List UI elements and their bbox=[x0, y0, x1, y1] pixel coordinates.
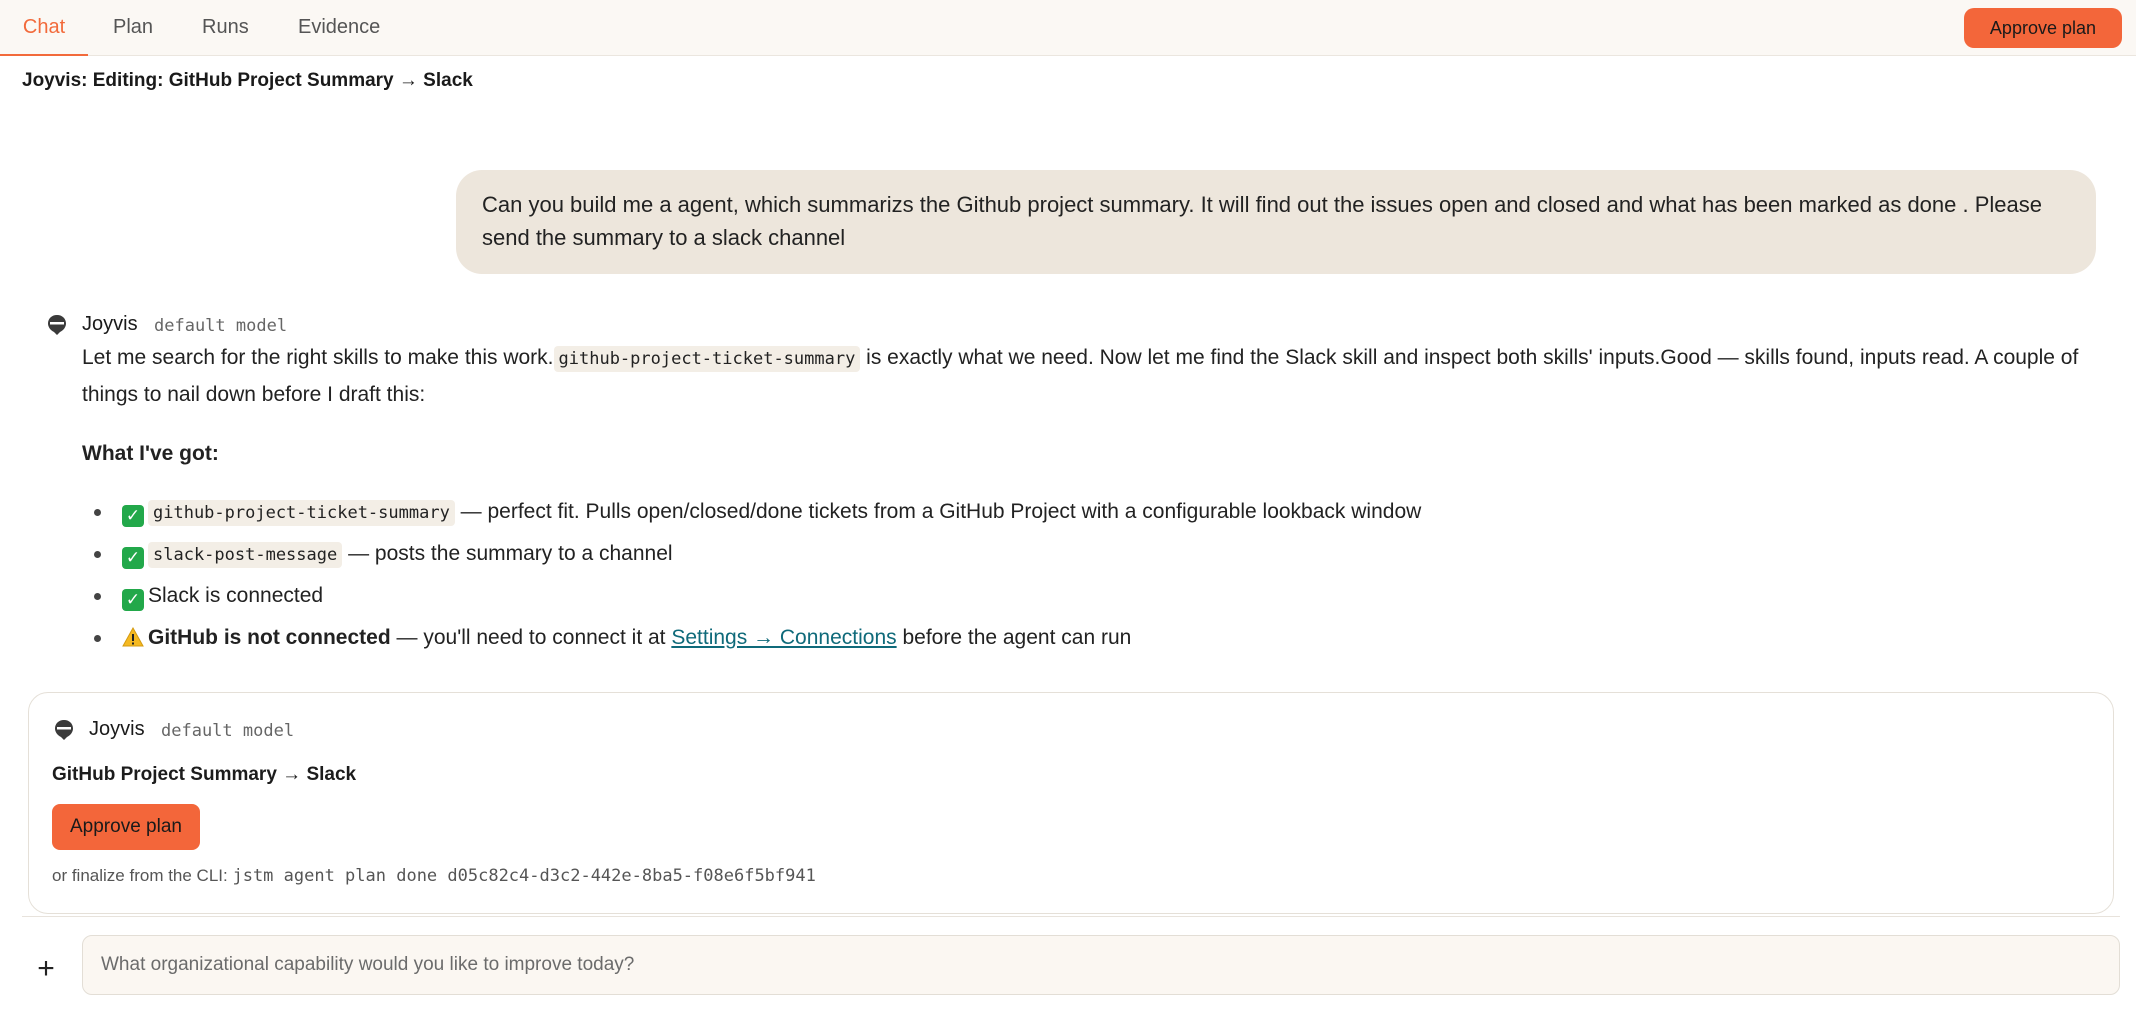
reply-heading: What I've got: bbox=[82, 442, 219, 465]
check-icon: ✓ bbox=[122, 505, 144, 527]
user-message-bubble: Can you build me a agent, which summariz… bbox=[456, 170, 2096, 274]
list-item: ✓ slack-post-message — posts the summary … bbox=[82, 533, 2092, 575]
skill-code: slack-post-message bbox=[148, 542, 343, 568]
tab-chat[interactable]: Chat bbox=[0, 0, 88, 56]
approve-plan-card-button[interactable]: Approve plan bbox=[52, 804, 200, 850]
reply-bullet-list: ✓ github-project-ticket-summary — perfect… bbox=[82, 491, 2092, 659]
tab-runs[interactable]: Runs bbox=[202, 0, 249, 56]
agent-name: Joyvis bbox=[82, 313, 138, 335]
model-tag: default model bbox=[161, 721, 295, 741]
warning-icon bbox=[122, 627, 144, 647]
agent-name: Joyvis bbox=[89, 718, 145, 740]
check-icon: ✓ bbox=[122, 589, 144, 611]
tab-plan[interactable]: Plan bbox=[113, 0, 153, 56]
divider bbox=[22, 916, 2120, 917]
check-icon: ✓ bbox=[122, 547, 144, 569]
top-nav: Chat Plan Runs Evidence Approve plan bbox=[0, 0, 2136, 56]
reply-intro: Let me search for the right skills to ma… bbox=[82, 346, 2079, 406]
model-tag: default model bbox=[154, 316, 288, 336]
tab-evidence[interactable]: Evidence bbox=[298, 0, 380, 56]
skill-code: github-project-ticket-summary bbox=[553, 346, 861, 372]
add-attachment-button[interactable]: + bbox=[30, 954, 62, 986]
approve-plan-button[interactable]: Approve plan bbox=[1963, 8, 2122, 48]
list-item: ✓ Slack is connected bbox=[82, 575, 2092, 617]
page-title: Joyvis: Editing: GitHub Project Summary … bbox=[22, 70, 473, 91]
agent-reply: Let me search for the right skills to ma… bbox=[82, 340, 2092, 659]
skill-code: github-project-ticket-summary bbox=[148, 500, 455, 526]
settings-connections-link[interactable]: Settings → Connections bbox=[671, 626, 896, 649]
joyvis-avatar-icon bbox=[55, 720, 73, 740]
cli-command: jstm agent plan done d05c82c4-d3c2-442e-… bbox=[232, 866, 816, 886]
cli-hint: or finalize from the CLI: jstm agent pla… bbox=[52, 866, 816, 886]
plan-title: GitHub Project Summary → Slack bbox=[52, 764, 357, 785]
joyvis-avatar-icon bbox=[48, 315, 66, 335]
chat-input[interactable] bbox=[82, 935, 2120, 995]
list-item: GitHub is not connected — you'll need to… bbox=[82, 617, 2092, 659]
list-item: ✓ github-project-ticket-summary — perfect… bbox=[82, 491, 2092, 533]
